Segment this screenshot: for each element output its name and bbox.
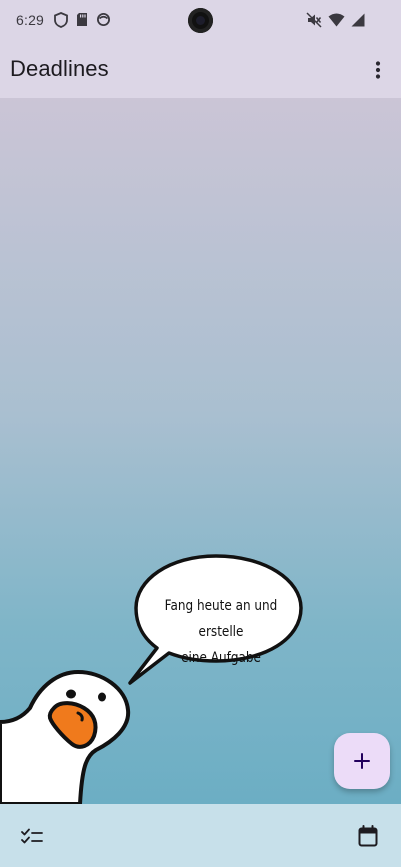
bottom-app-bar: [0, 804, 401, 867]
task-list-empty-state: Fang heute an und erstelle eine Aufgabe: [0, 98, 401, 804]
calendar-nav-button[interactable]: [350, 818, 386, 854]
wifi-icon: [328, 13, 345, 27]
top-app-bar: Deadlines: [0, 40, 401, 98]
goose-mascot: [0, 670, 131, 804]
checklist-icon: [21, 828, 43, 844]
status-icons-right: [306, 12, 365, 28]
empty-state-line-1: Fang heute an und erstelle: [164, 598, 278, 640]
sd-card-icon: [77, 13, 87, 26]
signal-icon: [351, 13, 365, 27]
status-bar: 6:29: [0, 0, 401, 40]
add-task-button[interactable]: [334, 733, 390, 789]
status-time: 6:29: [16, 12, 45, 28]
shield-icon: [54, 12, 68, 28]
more-vert-icon: [375, 61, 381, 79]
vibrate-off-icon: [306, 12, 322, 28]
overflow-menu-button[interactable]: [361, 53, 395, 87]
status-icons-left: [54, 12, 111, 28]
front-camera: [188, 8, 213, 33]
sync-icon: [97, 13, 110, 26]
add-icon: [354, 753, 370, 769]
page-title: Deadlines: [10, 56, 109, 81]
empty-state-message: Fang heute an und erstelle eine Aufgabe: [150, 593, 293, 671]
calendar-icon: [358, 825, 378, 847]
tasks-nav-button[interactable]: [14, 818, 50, 854]
empty-state-line-2: eine Aufgabe: [181, 650, 261, 666]
